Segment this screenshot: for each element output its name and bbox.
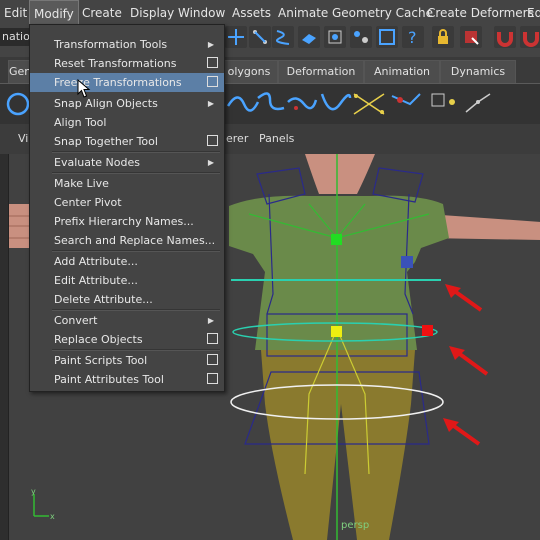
svg-text:x: x	[50, 512, 55, 521]
option-box-icon[interactable]	[207, 333, 218, 344]
menu-edit-overflow[interactable]: Edi	[523, 0, 540, 24]
main-menubar: Edit Modify Create Display Window Assets…	[0, 0, 540, 25]
menu-create[interactable]: Create	[78, 0, 126, 24]
option-box-icon[interactable]	[207, 135, 218, 146]
menu-item-replace-objects[interactable]: Replace Objects	[30, 330, 224, 349]
menu-display[interactable]: Display	[126, 0, 178, 24]
menu-create-deformers[interactable]: Create Deformers	[423, 0, 538, 24]
menu-item-freeze-transformations[interactable]: Freeze Transformations	[30, 73, 224, 92]
menu-item-reset-transformations[interactable]: Reset Transformations	[30, 54, 224, 73]
menu-item-search-and-replace-names[interactable]: Search and Replace Names...	[30, 231, 224, 250]
menu-assets[interactable]: Assets	[228, 0, 275, 24]
axis-gizmo	[33, 494, 49, 517]
pencil-curve-icon[interactable]	[287, 97, 318, 110]
pants	[261, 350, 415, 540]
move-tool-icon[interactable]	[225, 26, 247, 48]
option-box-icon[interactable]	[207, 57, 218, 68]
menu-item-edit-attribute[interactable]: Edit Attribute...	[30, 271, 224, 290]
magnet-snap-icon[interactable]	[494, 26, 516, 48]
wrap-deformer-icon[interactable]	[431, 93, 455, 107]
submenu-arrow-icon: ▶	[207, 40, 214, 49]
hip-side-handle[interactable]	[422, 325, 433, 336]
cluster-icon[interactable]	[391, 93, 421, 106]
annotation-arrow-2	[449, 346, 489, 376]
svg-text:?: ?	[408, 28, 417, 47]
menu-animate[interactable]: Animate	[274, 0, 332, 24]
hip-joint-handle[interactable]	[331, 326, 342, 337]
mouse-cursor-icon	[77, 79, 91, 98]
menu-geometry-cache[interactable]: Geometry Cache	[328, 0, 437, 24]
arm-ik-handle[interactable]	[401, 256, 413, 268]
wire-deformer-icon[interactable]	[465, 93, 491, 113]
menu-set-dropdown[interactable]: nation	[0, 28, 32, 46]
menu-edit[interactable]: Edit	[0, 0, 31, 24]
svg-text:y: y	[31, 487, 36, 496]
menu-item-center-pivot[interactable]: Center Pivot	[30, 193, 224, 212]
option-box-icon[interactable]	[207, 354, 218, 365]
curve-tool-icon[interactable]	[226, 96, 260, 112]
panel-menu-renderer[interactable]: erer	[226, 132, 248, 145]
menu-item-add-attribute[interactable]: Add Attribute...	[30, 252, 224, 271]
menu-item-transformation-tools[interactable]: Transformation Tools ▶	[30, 35, 224, 54]
option-box-icon[interactable]	[207, 76, 218, 87]
left-toolbox-strip	[0, 130, 8, 540]
panel-menu-panels[interactable]: Panels	[259, 132, 294, 145]
circle-tool-icon[interactable]	[6, 92, 30, 116]
lattice-icon[interactable]	[353, 93, 385, 115]
snap-surface-icon[interactable]	[298, 26, 320, 48]
menu-item-paint-scripts-tool[interactable]: Paint Scripts Tool	[30, 351, 224, 370]
camera-label: persp	[341, 520, 370, 531]
menu-item-delete-attribute[interactable]: Delete Attribute...	[30, 290, 224, 309]
spine-joint-handle[interactable]	[331, 234, 342, 245]
menu-modify[interactable]: Modify	[29, 0, 79, 24]
tab-deformation[interactable]: Deformation	[278, 60, 364, 83]
select-by-icon[interactable]	[460, 26, 482, 48]
snap-curve-icon[interactable]	[249, 26, 271, 48]
menu-item-prefix-hierarchy-names[interactable]: Prefix Hierarchy Names...	[30, 212, 224, 231]
annotation-arrow-1	[445, 284, 483, 312]
menu-item-snap-together-tool[interactable]: Snap Together Tool	[30, 132, 224, 151]
submenu-arrow-icon: ▶	[207, 316, 214, 325]
head	[305, 154, 375, 194]
menu-item-convert[interactable]: Convert ▶	[30, 311, 224, 330]
ep-curve-icon[interactable]	[257, 92, 285, 111]
arc-tool-icon[interactable]	[320, 93, 352, 111]
annotation-arrow-3	[443, 418, 481, 446]
tab-polygons[interactable]: olygons	[220, 60, 278, 83]
submenu-arrow-icon: ▶	[207, 99, 214, 108]
menu-item-make-live[interactable]: Make Live	[30, 174, 224, 193]
snap-view-plane-icon[interactable]	[324, 26, 346, 48]
tab-animation[interactable]: Animation	[364, 60, 440, 83]
menu-item-evaluate-nodes[interactable]: Evaluate Nodes ▶	[30, 153, 224, 172]
snap-grid-icon[interactable]	[272, 26, 294, 48]
modify-menu-dropdown: Transformation Tools ▶ Reset Transformati…	[29, 24, 225, 392]
menu-item-align-tool[interactable]: Align Tool	[30, 113, 224, 132]
menu-window[interactable]: Window	[174, 0, 229, 24]
tab-dynamics[interactable]: Dynamics	[440, 60, 516, 83]
make-live-icon[interactable]	[350, 26, 372, 48]
option-box-icon[interactable]	[207, 373, 218, 384]
lock-icon[interactable]	[432, 26, 454, 48]
magnet-snap-alt-icon[interactable]	[520, 26, 540, 48]
help-icon[interactable]: ?	[402, 26, 424, 48]
submenu-arrow-icon: ▶	[207, 158, 214, 167]
menu-item-snap-align-objects[interactable]: Snap Align Objects ▶	[30, 94, 224, 113]
menu-item-paint-attributes-tool[interactable]: Paint Attributes Tool	[30, 370, 224, 389]
history-icon[interactable]	[376, 26, 398, 48]
